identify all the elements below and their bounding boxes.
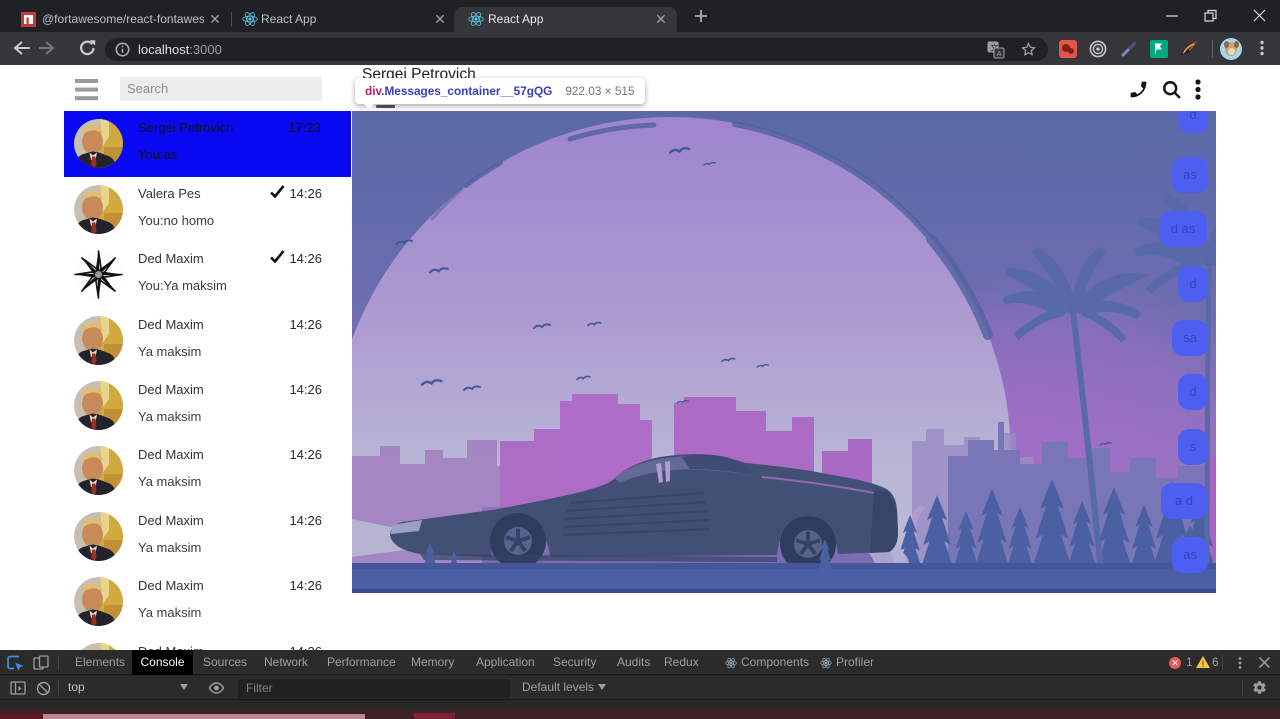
svg-text:A: A [997,49,1002,58]
